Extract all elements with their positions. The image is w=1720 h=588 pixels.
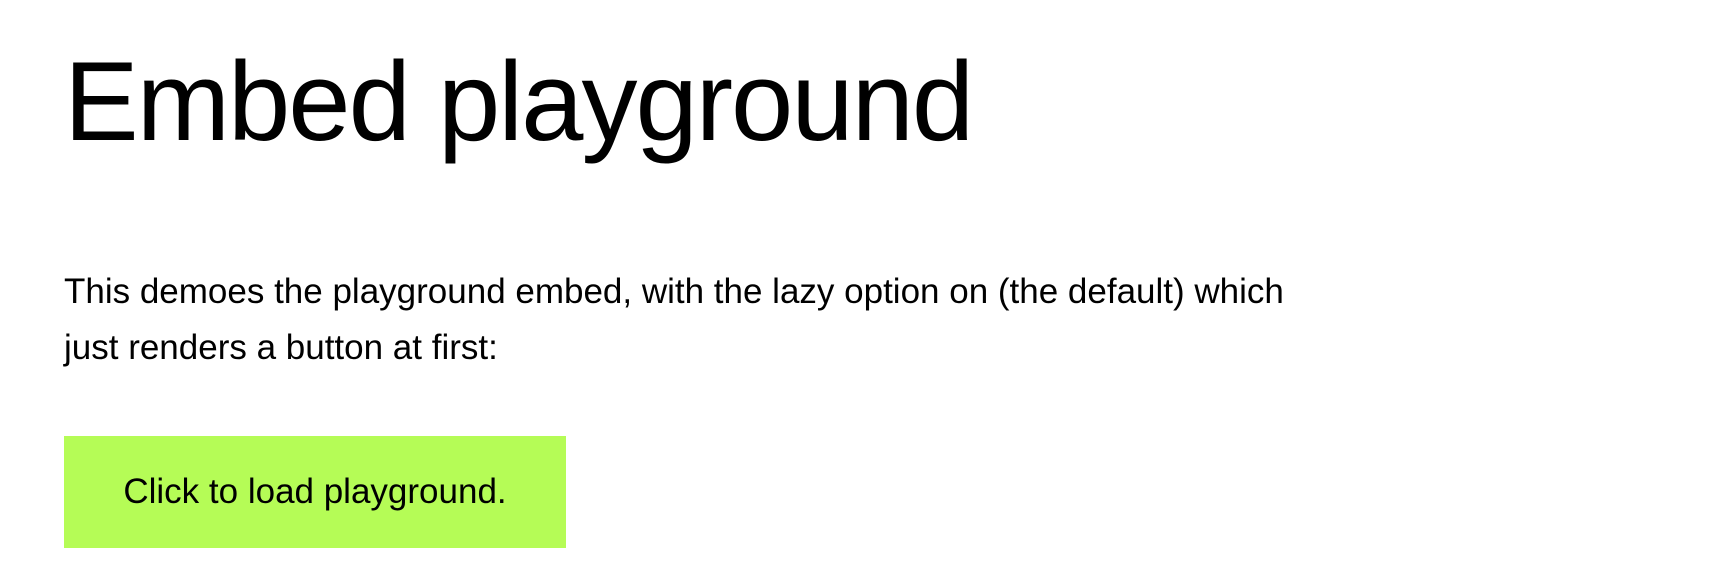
- page-content: Embed playground This demoes the playgro…: [64, 0, 1664, 588]
- intro-line-2: just renders a button at first:: [64, 328, 498, 367]
- page-title: Embed playground: [64, 39, 974, 164]
- load-playground-button[interactable]: Click to load playground.: [64, 436, 566, 548]
- intro-line-1: This demoes the playground embed, with t…: [64, 272, 1284, 311]
- intro-paragraph: This demoes the playground embed, with t…: [64, 264, 1364, 376]
